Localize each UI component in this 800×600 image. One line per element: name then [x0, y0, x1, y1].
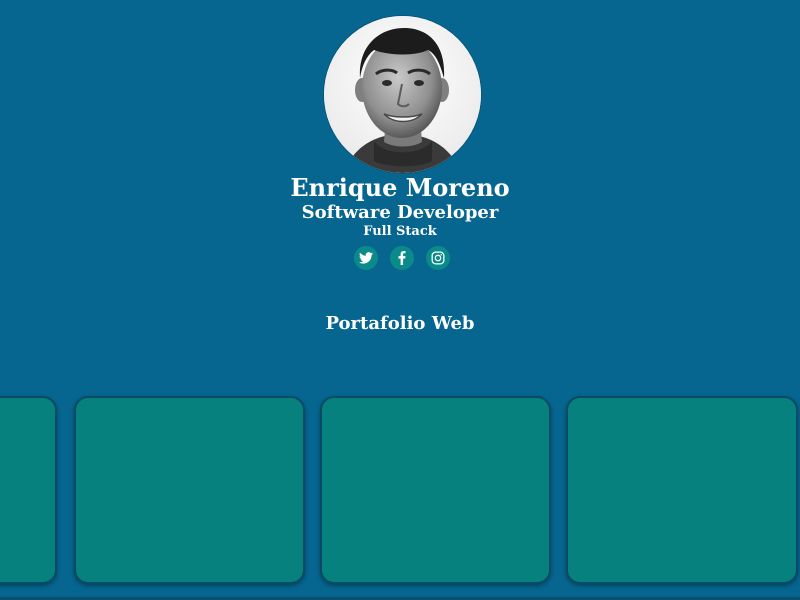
- instagram-icon: [431, 251, 445, 265]
- portfolio-card[interactable]: [0, 396, 57, 584]
- profile-name: Enrique Moreno: [290, 173, 510, 202]
- facebook-link[interactable]: [390, 246, 414, 270]
- avatar: [324, 16, 481, 173]
- avatar-photo: [324, 16, 481, 173]
- portfolio-card[interactable]: [566, 396, 798, 584]
- portfolio-card[interactable]: [74, 396, 305, 584]
- twitter-link[interactable]: [354, 246, 378, 270]
- portfolio-carousel[interactable]: [0, 396, 800, 588]
- profile-stack: Full Stack: [363, 224, 437, 239]
- profile-role: Software Developer: [301, 202, 499, 223]
- instagram-link[interactable]: [426, 246, 450, 270]
- social-links: [353, 246, 453, 270]
- portfolio-title: Portafolio Web: [325, 313, 475, 334]
- facebook-icon: [398, 251, 406, 265]
- portfolio-card[interactable]: [320, 396, 551, 584]
- twitter-icon: [359, 252, 373, 264]
